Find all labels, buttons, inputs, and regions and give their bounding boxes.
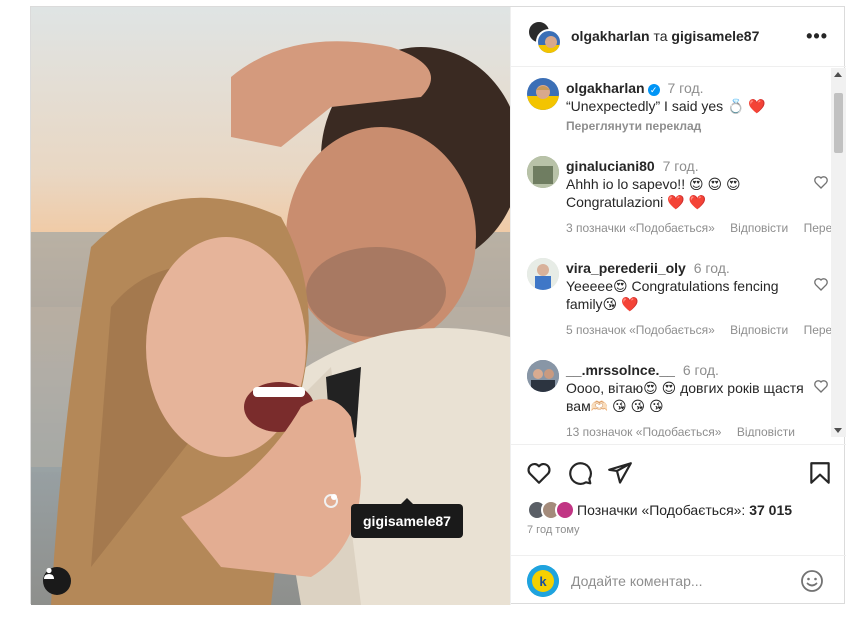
vertical-scrollbar[interactable] — [831, 68, 846, 437]
more-icon[interactable]: ••• — [806, 27, 828, 45]
comment-time[interactable]: 7 год. — [667, 80, 703, 96]
comment-text: “Unexpectedly” I said yes 💍 ❤️ — [566, 98, 766, 114]
instagram-post: gigisamele87 olgakharlan та gigisamele87… — [30, 6, 846, 605]
comment-likes-count[interactable]: 13 позначок «Подобається» — [566, 425, 721, 437]
comment-body: vira_perederii_oly 6 год. Yeeeee😍 Congra… — [566, 259, 846, 339]
liker-avatars — [527, 500, 577, 520]
bookmark-icon[interactable] — [807, 460, 833, 486]
likes-count: 37 015 — [749, 502, 793, 518]
user-tag-icon — [44, 567, 54, 579]
comment-username[interactable]: olgakharlan — [566, 80, 645, 96]
comments-list: olgakharlan ✓ 7 год. “Unexpectedly” I sai… — [511, 68, 846, 437]
comment-likes-count[interactable]: 5 позначок «Подобається» — [566, 323, 715, 337]
comment-likes-count[interactable]: 3 позначки «Подобається» — [566, 221, 715, 235]
avatar[interactable] — [527, 258, 559, 290]
share-icon[interactable] — [607, 460, 633, 486]
avatar — [536, 29, 562, 55]
post-header: olgakharlan та gigisamele87 ••• — [511, 7, 846, 67]
user-tag-button[interactable] — [43, 567, 71, 595]
scrollbar-thumb[interactable] — [834, 93, 843, 153]
coauthor-link[interactable]: gigisamele87 — [671, 28, 759, 44]
author-link[interactable]: olgakharlan — [571, 28, 650, 44]
comment-text: Yeeeee😍 Congratulations fencing family😘 … — [566, 278, 779, 312]
emoji-icon[interactable] — [800, 569, 824, 593]
avatar[interactable] — [527, 360, 559, 392]
scroll-up-icon[interactable] — [834, 72, 842, 77]
heart-icon[interactable] — [813, 378, 829, 394]
comment-time[interactable]: 6 год. — [694, 260, 730, 276]
comment-time[interactable]: 7 год. — [663, 158, 699, 174]
user-tag-bubble[interactable]: gigisamele87 — [351, 498, 463, 538]
comment-text: Ahhh io lo sapevo!! 😍 😍 😍 Congratulazion… — [566, 176, 741, 210]
scroll-down-icon[interactable] — [834, 428, 842, 433]
heart-icon[interactable] — [813, 174, 829, 190]
heart-icon[interactable] — [813, 276, 829, 292]
svg-text:k: k — [539, 574, 547, 589]
post-photo[interactable]: gigisamele87 — [31, 7, 510, 605]
likes-label: Позначки «Подобається»: 37 015 — [577, 502, 793, 518]
reply-button[interactable]: Відповісти — [737, 425, 795, 437]
likes-summary[interactable]: Позначки «Подобається»: 37 015 — [527, 499, 792, 521]
verified-icon: ✓ — [647, 84, 660, 96]
comment-username[interactable]: __.mrssolnce.__ — [566, 362, 675, 378]
comment-meta: 13 позначок «Подобається» Відповісти — [566, 423, 816, 437]
see-translation-link[interactable]: Переглянути переклад — [566, 119, 701, 133]
avatar — [555, 500, 575, 520]
post-side-panel: olgakharlan та gigisamele87 ••• olgakhar… — [510, 7, 846, 605]
add-comment-bar: k — [511, 555, 846, 605]
comment-username[interactable]: ginaluciani80 — [566, 158, 655, 174]
avatar[interactable] — [527, 78, 559, 110]
post-actions: Позначки «Подобається»: 37 015 7 год том… — [511, 444, 846, 604]
comment-meta: 3 позначки «Подобається» Відповісти Пере… — [566, 219, 846, 237]
comment-meta: Переглянути переклад — [566, 117, 816, 135]
comment-input[interactable] — [571, 569, 781, 593]
comment-username[interactable]: vira_perederii_oly — [566, 260, 686, 276]
comment-time[interactable]: 6 год. — [683, 362, 719, 378]
post-timestamp[interactable]: 7 год тому — [527, 524, 580, 536]
comment-meta: 5 позначок «Подобається» Відповісти Пере… — [566, 321, 846, 339]
comment-body: __.mrssolnce.__ 6 год. Оооо, вітаю😍 😍 до… — [566, 361, 816, 437]
author-connector: та — [653, 28, 668, 44]
avatar: k — [527, 565, 559, 597]
comment-icon[interactable] — [567, 460, 593, 486]
collab-avatars[interactable] — [527, 20, 562, 55]
avatar[interactable] — [527, 156, 559, 188]
reply-button[interactable]: Відповісти — [730, 221, 788, 235]
comment-body: ginaluciani80 7 год. Ahhh io lo sapevo!!… — [566, 157, 846, 237]
comment-body: olgakharlan ✓ 7 год. “Unexpectedly” I sai… — [566, 79, 816, 135]
heart-icon[interactable] — [526, 460, 552, 486]
reply-button[interactable]: Відповісти — [730, 323, 788, 337]
comment-text: Оооо, вітаю😍 😍 довгих років щастя вам🫶🏻 … — [566, 380, 804, 414]
post-authors: olgakharlan та gigisamele87 — [571, 28, 759, 44]
